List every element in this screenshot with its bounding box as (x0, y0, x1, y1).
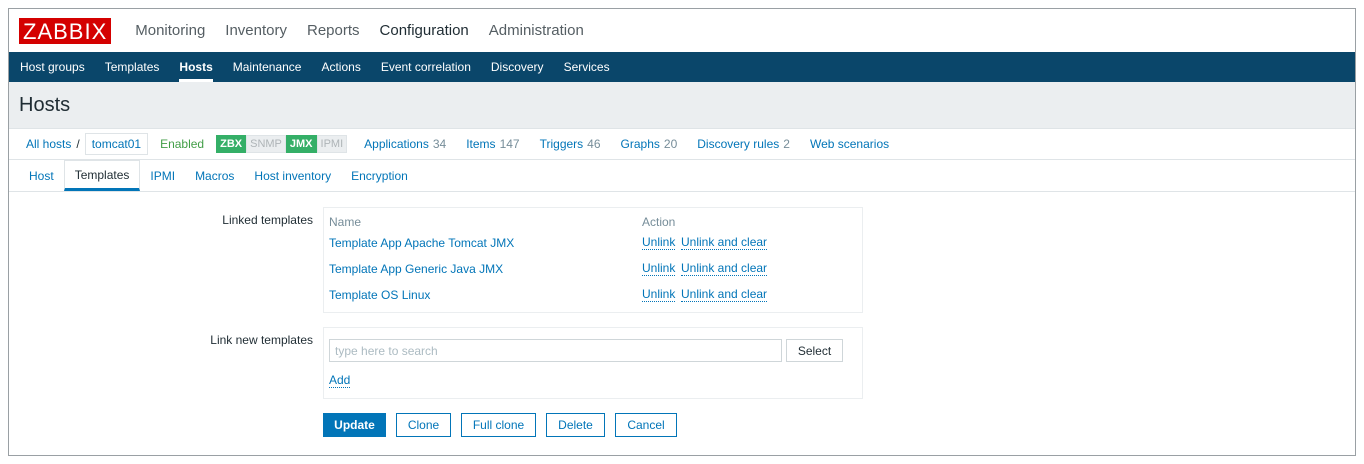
templates-form: Linked templates Name Action Template Ap… (9, 192, 1355, 455)
unlink-and-clear-link[interactable]: Unlink and clear (681, 288, 768, 302)
tab-encryption[interactable]: Encryption (341, 160, 418, 191)
nav-triggers: Triggers 46 (540, 137, 601, 151)
submenu-services[interactable]: Services (554, 52, 620, 82)
breadcrumb-separator: / (76, 137, 80, 151)
menu-configuration[interactable]: Configuration (370, 22, 479, 39)
unlink-and-clear-link[interactable]: Unlink and clear (681, 262, 768, 276)
tab-ipmi[interactable]: IPMI (140, 160, 185, 191)
link-new-templates-label: Link new templates (210, 333, 313, 347)
template-link[interactable]: Template App Apache Tomcat JMX (329, 236, 514, 250)
update-button[interactable]: Update (323, 413, 386, 437)
snmp-badge: SNMP (246, 135, 286, 153)
full-clone-button[interactable]: Full clone (461, 413, 536, 437)
discovery-rules-count: 2 (783, 137, 790, 151)
breadcrumb-all-hosts[interactable]: All hosts (26, 137, 71, 151)
link-new-templates-box: Select Add (323, 327, 863, 399)
submenu-maintenance[interactable]: Maintenance (223, 52, 312, 82)
applications-count: 34 (432, 137, 447, 151)
nav-web-scenarios: Web scenarios (810, 137, 889, 151)
tab-macros[interactable]: Macros (185, 160, 244, 191)
submenu-event-correlation[interactable]: Event correlation (371, 52, 481, 82)
nav-items: Items 147 (466, 137, 519, 151)
host-navigation: All hosts / tomcat01 Enabled ZBX SNMP JM… (9, 128, 1355, 160)
sub-menu: Host groups Templates Hosts Maintenance … (9, 52, 1355, 82)
tab-host[interactable]: Host (19, 160, 64, 191)
form-tabs: Host Templates IPMI Macros Host inventor… (9, 160, 1355, 192)
tab-host-inventory[interactable]: Host inventory (244, 160, 341, 191)
items-count: 147 (499, 137, 520, 151)
delete-button[interactable]: Delete (546, 413, 605, 437)
unlink-link[interactable]: Unlink (642, 262, 676, 276)
applications-link[interactable]: Applications (364, 137, 429, 151)
zbx-badge: ZBX (216, 135, 247, 153)
linked-templates-table: Name Action Template App Apache Tomcat J… (323, 207, 863, 313)
column-action: Action (642, 215, 676, 229)
cancel-button[interactable]: Cancel (615, 413, 677, 437)
menu-administration[interactable]: Administration (479, 22, 594, 39)
tab-templates[interactable]: Templates (63, 160, 141, 191)
column-name: Name (329, 215, 362, 229)
submenu-actions[interactable]: Actions (311, 52, 370, 82)
graphs-link[interactable]: Graphs (621, 137, 660, 151)
breadcrumb-host[interactable]: tomcat01 (84, 133, 149, 155)
submenu-templates[interactable]: Templates (95, 52, 170, 82)
unlink-and-clear-link[interactable]: Unlink and clear (681, 236, 768, 250)
submenu-host-groups[interactable]: Host groups (10, 52, 95, 82)
triggers-link[interactable]: Triggers (540, 137, 584, 151)
jmx-badge: JMX (285, 135, 317, 153)
items-link[interactable]: Items (466, 137, 495, 151)
graphs-count: 20 (663, 137, 678, 151)
top-menu: Monitoring Inventory Reports Configurati… (125, 22, 594, 39)
nav-discovery-rules: Discovery rules 2 (697, 137, 790, 151)
zabbix-logo[interactable]: ZABBIX (19, 17, 112, 44)
menu-inventory[interactable]: Inventory (215, 22, 297, 39)
host-status[interactable]: Enabled (160, 137, 204, 151)
availability-indicators: ZBX SNMP JMX IPMI (216, 135, 348, 153)
add-link[interactable]: Add (329, 374, 351, 388)
submenu-hosts[interactable]: Hosts (169, 52, 222, 82)
nav-applications: Applications 34 (364, 137, 446, 151)
template-link[interactable]: Template App Generic Java JMX (329, 262, 503, 276)
select-button[interactable]: Select (786, 339, 843, 362)
page-title: Hosts (19, 93, 71, 116)
linked-templates-label: Linked templates (222, 213, 313, 227)
template-link[interactable]: Template OS Linux (329, 288, 430, 302)
menu-reports[interactable]: Reports (297, 22, 370, 39)
triggers-count: 46 (587, 137, 601, 151)
web-scenarios-link[interactable]: Web scenarios (810, 137, 889, 151)
unlink-link[interactable]: Unlink (642, 236, 676, 250)
ipmi-badge: IPMI (316, 135, 348, 153)
template-search-input[interactable] (329, 339, 782, 362)
zabbix-window: ZABBIX Monitoring Inventory Reports Conf… (8, 8, 1356, 456)
clone-button[interactable]: Clone (396, 413, 451, 437)
discovery-rules-link[interactable]: Discovery rules (697, 137, 779, 151)
top-bar: ZABBIX Monitoring Inventory Reports Conf… (9, 9, 1355, 52)
submenu-discovery[interactable]: Discovery (481, 52, 554, 82)
unlink-link[interactable]: Unlink (642, 288, 676, 302)
menu-monitoring[interactable]: Monitoring (125, 22, 215, 39)
nav-graphs: Graphs 20 (621, 137, 678, 151)
